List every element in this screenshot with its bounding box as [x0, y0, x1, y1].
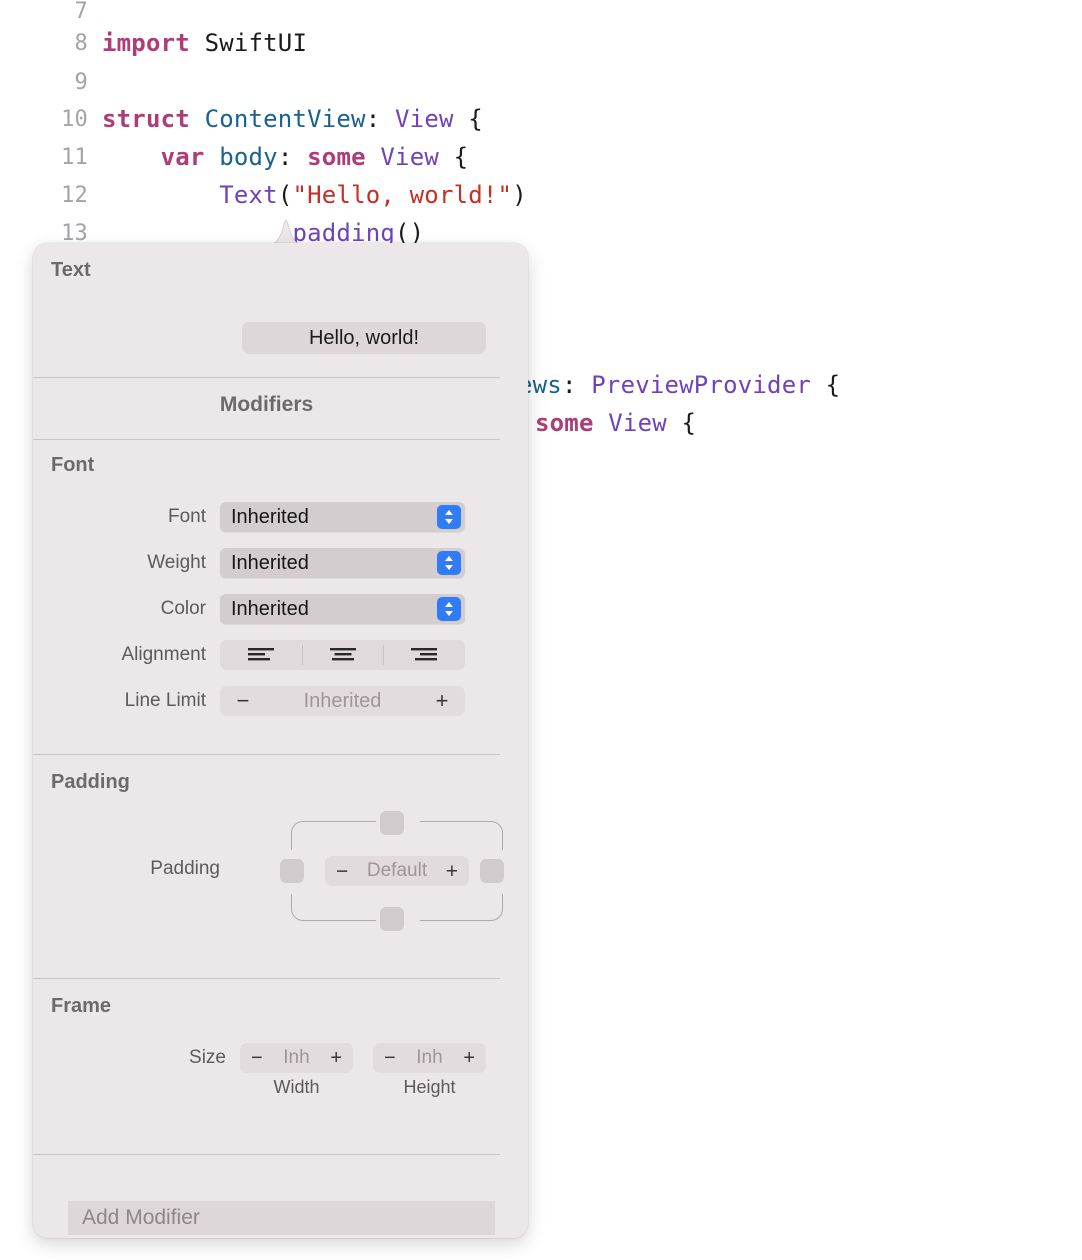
frame-height-decrement-button[interactable]: −	[384, 1048, 396, 1068]
frame-height-stepper[interactable]: − Inh +	[373, 1043, 486, 1073]
frame-width-increment-button[interactable]: +	[330, 1048, 342, 1068]
frame-height-value: Inh	[416, 1047, 443, 1068]
code-line-content: import SwiftUI	[102, 29, 308, 57]
code-line[interactable]: 12 Text("Hello, world!")	[0, 176, 1082, 214]
text-preview-chip[interactable]: Hello, world!	[242, 322, 486, 354]
alignment-segmented-control[interactable]	[220, 640, 465, 670]
code-line-content: Text("Hello, world!")	[219, 181, 527, 209]
chevron-up-down-icon[interactable]	[437, 505, 461, 529]
padding-amount-stepper[interactable]: − Default +	[325, 856, 469, 886]
frame-width-value: Inh	[283, 1047, 310, 1068]
align-center-button[interactable]	[301, 640, 384, 670]
padding-edge-control[interactable]: − Default +	[280, 811, 508, 931]
color-select-value: Inherited	[231, 597, 309, 620]
line-limit-stepper[interactable]: − Inherited +	[220, 686, 465, 716]
font-select[interactable]: Inherited	[220, 502, 465, 532]
line-limit-increment-button[interactable]: +	[433, 690, 451, 712]
align-right-icon	[410, 646, 438, 664]
align-left-icon	[247, 646, 275, 664]
padding-top-toggle[interactable]	[380, 811, 404, 835]
row-label-font: Font	[167, 506, 206, 527]
padding-bottom-toggle[interactable]	[380, 907, 404, 931]
row-font: Font Inherited	[33, 502, 465, 532]
attributes-inspector-popover[interactable]: Text Hello, world! Modifiers Font Font I…	[33, 212, 528, 1238]
frame-section-heading: Frame	[51, 995, 112, 1017]
row-label-size: Size	[189, 1047, 226, 1068]
weight-select-value: Inherited	[231, 551, 309, 574]
divider	[33, 754, 500, 755]
divider	[33, 377, 500, 378]
row-color: Color Inherited	[33, 594, 465, 624]
line-number: 9	[74, 69, 88, 95]
code-line-content: some View {	[535, 409, 697, 437]
popover-tail-arrow	[241, 212, 331, 246]
code-line-partial[interactable]: ews: PreviewProvider {	[518, 366, 1082, 404]
padding-leading-toggle[interactable]	[280, 859, 304, 883]
row-weight: Weight Inherited	[33, 548, 465, 578]
padding-trailing-toggle[interactable]	[480, 859, 504, 883]
line-limit-decrement-button[interactable]: −	[234, 690, 252, 712]
weight-select[interactable]: Inherited	[220, 548, 465, 578]
line-limit-value: Inherited	[303, 689, 382, 712]
frame-height-increment-button[interactable]: +	[463, 1048, 475, 1068]
font-select-value: Inherited	[231, 505, 309, 528]
code-line-content: struct ContentView: View {	[102, 105, 483, 133]
row-label-padding: Padding	[150, 858, 220, 879]
row-size: Size − Inh + − Inh +	[33, 1043, 486, 1073]
align-center-icon	[329, 646, 357, 664]
row-alignment: Alignment	[33, 640, 465, 670]
line-number: 7	[74, 0, 88, 24]
chevron-up-down-icon[interactable]	[437, 551, 461, 575]
row-label-weight: Weight	[147, 552, 206, 573]
chevron-up-down-icon[interactable]	[437, 597, 461, 621]
align-left-button[interactable]	[220, 640, 302, 670]
row-line-limit: Line Limit − Inherited +	[33, 686, 465, 716]
row-label-line-limit: Line Limit	[124, 690, 206, 711]
code-line-content: ews: PreviewProvider {	[518, 371, 841, 399]
frame-width-decrement-button[interactable]: −	[251, 1048, 263, 1068]
font-section-heading: Font	[51, 454, 95, 476]
popover-header: Text Hello, world!	[33, 243, 528, 377]
code-line[interactable]: 9	[0, 63, 1082, 101]
padding-decrement-button[interactable]: −	[336, 861, 348, 882]
padding-increment-button[interactable]: +	[446, 861, 458, 882]
padding-section-heading: Padding	[51, 771, 130, 793]
code-line[interactable]: 8 import SwiftUI	[0, 24, 1082, 62]
padding-value: Default	[366, 860, 428, 881]
frame-width-caption: Width	[273, 1077, 320, 1097]
code-line-content: var body: some View {	[160, 143, 469, 171]
modifiers-heading: Modifiers	[219, 393, 314, 416]
align-right-button[interactable]	[383, 640, 465, 670]
line-number: 10	[61, 106, 88, 132]
divider	[33, 439, 500, 440]
popover-title: Text	[51, 259, 91, 281]
row-label-alignment: Alignment	[121, 644, 207, 665]
color-select[interactable]: Inherited	[220, 594, 465, 624]
frame-width-stepper[interactable]: − Inh +	[240, 1043, 353, 1073]
code-line-partial[interactable]: some View {	[535, 404, 1082, 442]
divider	[33, 1154, 500, 1155]
add-modifier-field[interactable]: Add Modifier	[68, 1201, 495, 1235]
line-number: 11	[61, 144, 88, 170]
code-line[interactable]: 10 struct ContentView: View {	[0, 100, 1082, 138]
row-label-color: Color	[160, 598, 206, 619]
divider	[33, 978, 500, 979]
frame-height-caption: Height	[403, 1077, 456, 1097]
line-number: 8	[74, 30, 88, 56]
line-number: 12	[61, 182, 88, 208]
popover-panel: Text Hello, world! Modifiers Font Font I…	[33, 243, 528, 1238]
code-line[interactable]: 11 var body: some View {	[0, 138, 1082, 176]
